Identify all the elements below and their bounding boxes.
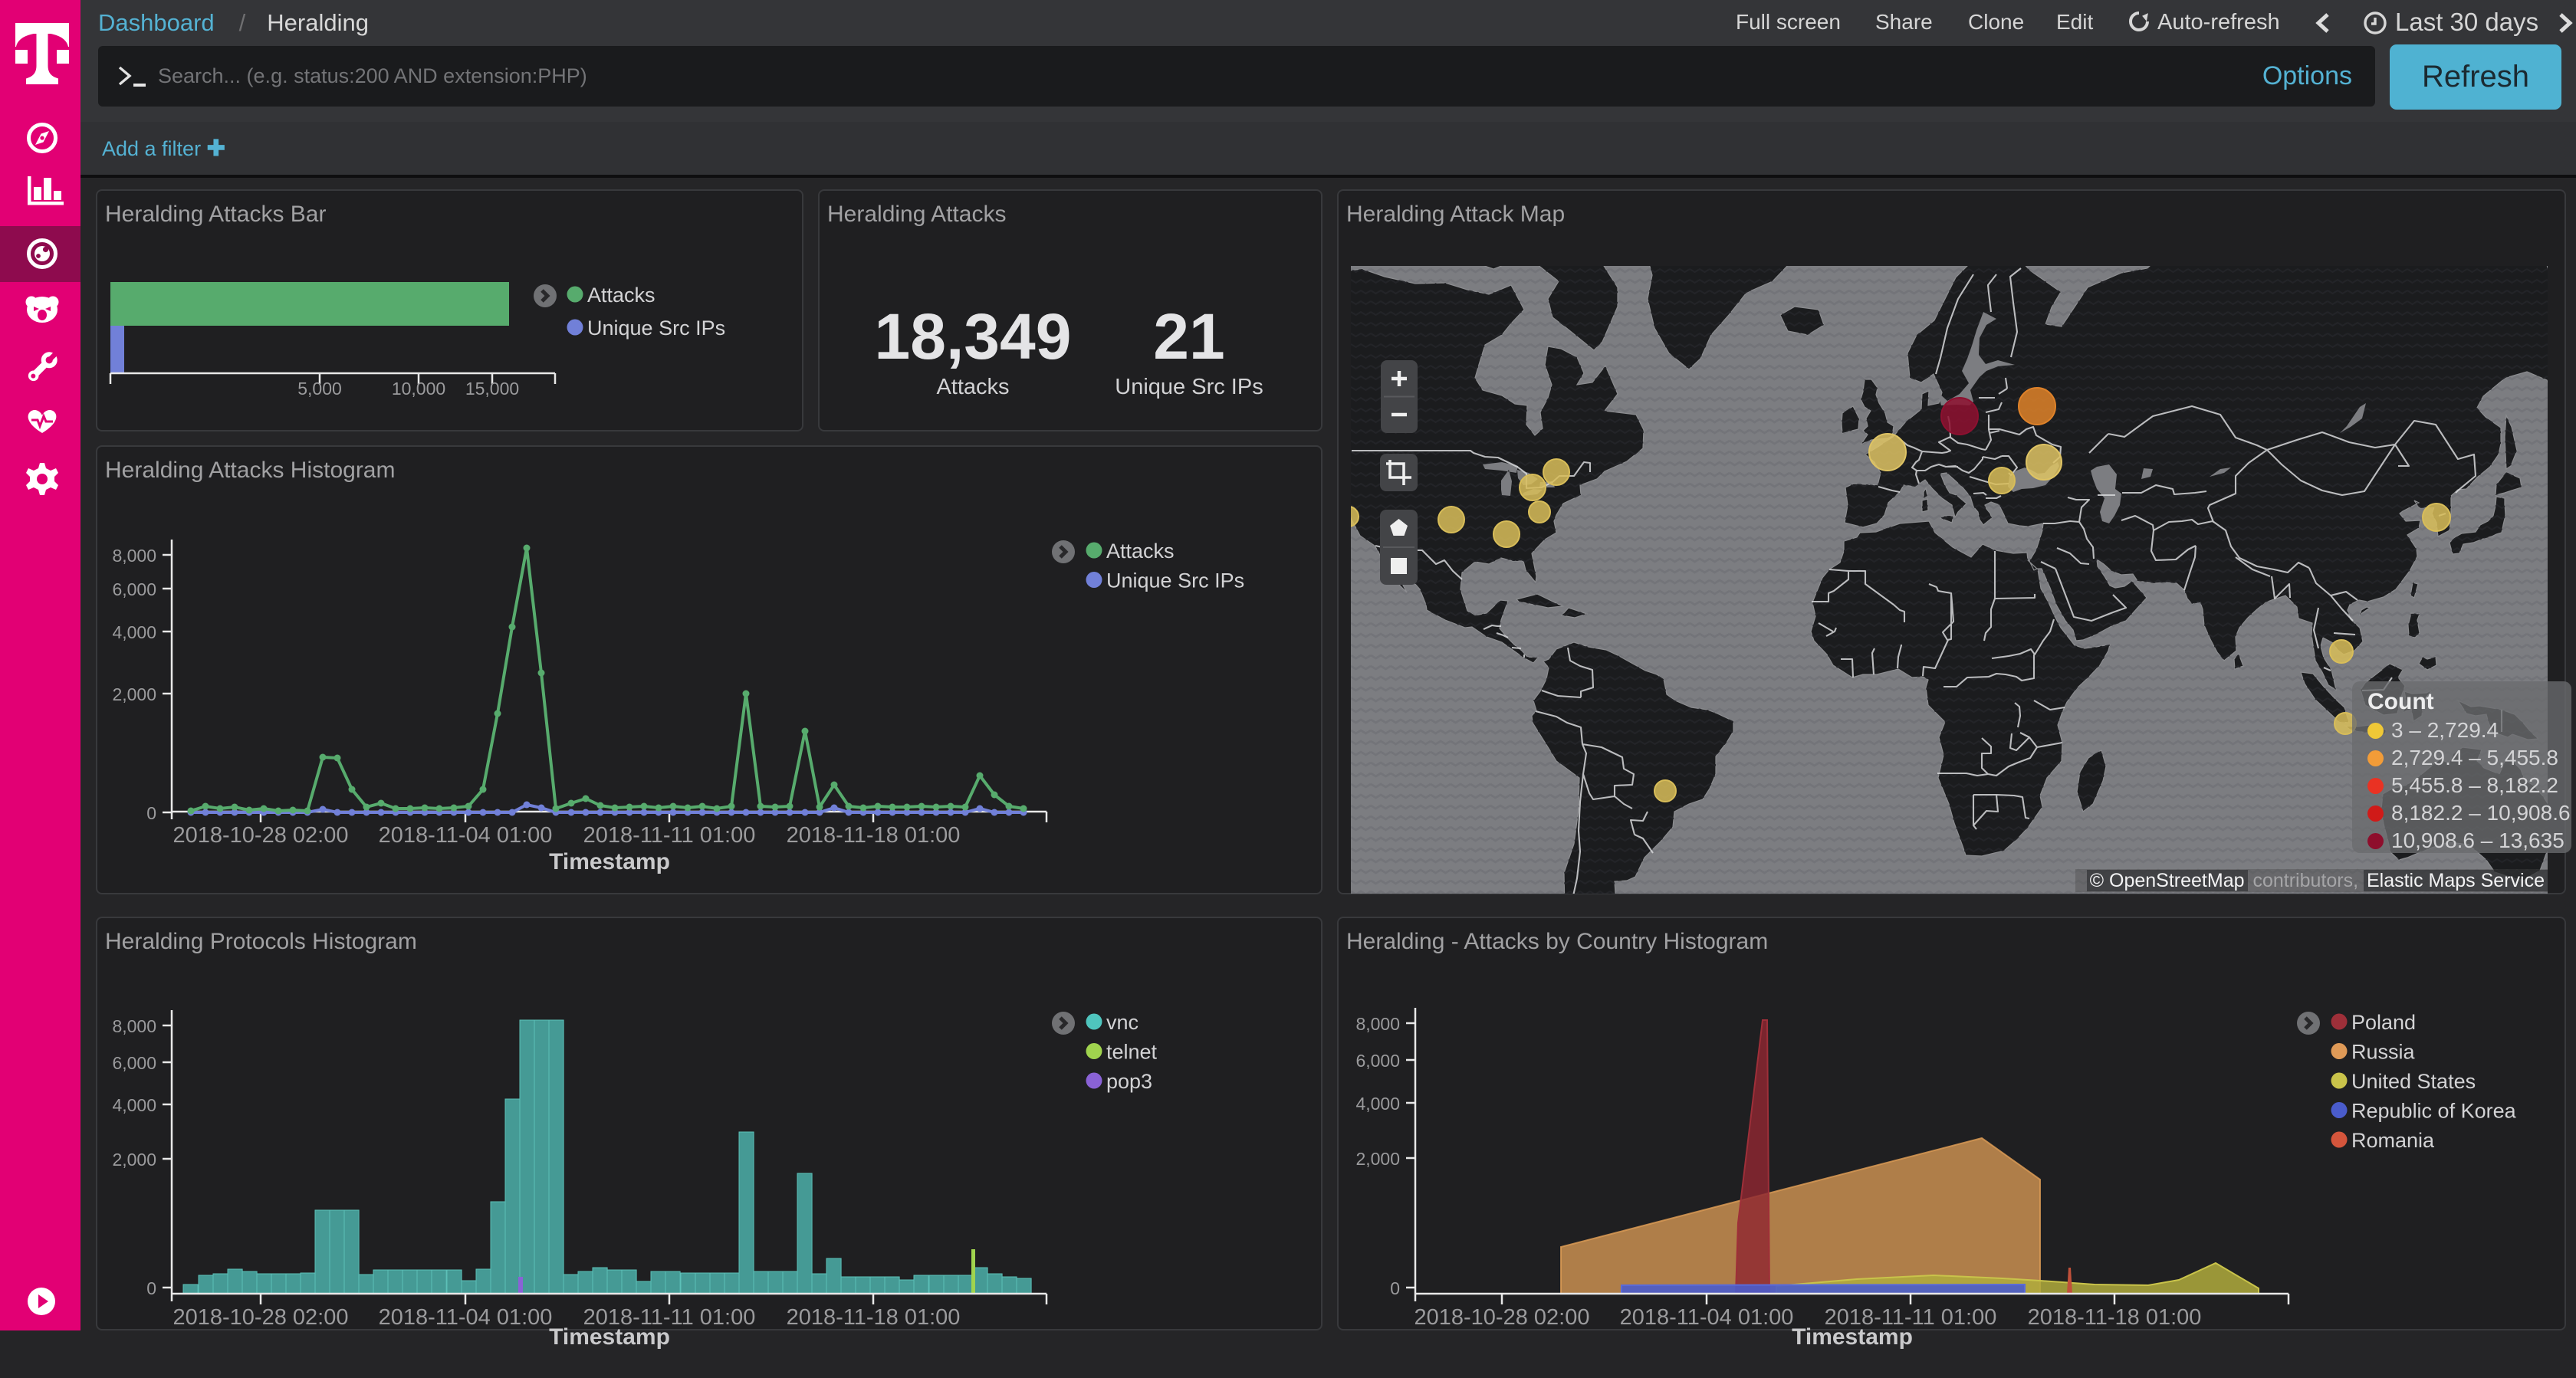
- svg-text:0: 0: [1390, 1278, 1400, 1298]
- svg-text:telnet: telnet: [1106, 1041, 1158, 1064]
- svg-text:Poland: Poland: [2351, 1011, 2416, 1034]
- svg-text:2018-11-04 01:00: 2018-11-04 01:00: [1620, 1305, 1794, 1330]
- svg-text:5,000: 5,000: [297, 379, 342, 399]
- svg-text:Attacks: Attacks: [587, 284, 656, 307]
- svg-text:10,000: 10,000: [392, 379, 445, 399]
- svg-text:0: 0: [146, 1278, 156, 1298]
- svg-text:Timestamp: Timestamp: [549, 849, 670, 874]
- svg-text:2018-11-11 01:00: 2018-11-11 01:00: [583, 823, 756, 848]
- svg-text:4,000: 4,000: [112, 622, 156, 642]
- svg-text:2,000: 2,000: [112, 684, 156, 704]
- svg-text:Unique Src IPs: Unique Src IPs: [587, 317, 725, 340]
- svg-text:Unique Src IPs: Unique Src IPs: [1106, 569, 1244, 592]
- svg-text:2018-10-28 02:00: 2018-10-28 02:00: [1414, 1305, 1590, 1330]
- svg-text:2018-11-04 01:00: 2018-11-04 01:00: [379, 823, 553, 848]
- svg-text:2,000: 2,000: [1355, 1149, 1400, 1169]
- svg-text:Russia: Russia: [2351, 1041, 2416, 1064]
- svg-text:2018-10-28 02:00: 2018-10-28 02:00: [173, 823, 349, 848]
- svg-text:2018-11-18 01:00: 2018-11-18 01:00: [787, 823, 961, 848]
- svg-text:6,000: 6,000: [1355, 1051, 1400, 1071]
- svg-text:6,000: 6,000: [112, 579, 156, 599]
- svg-text:8,000: 8,000: [1355, 1014, 1400, 1034]
- svg-text:8,000: 8,000: [112, 1016, 156, 1036]
- svg-text:4,000: 4,000: [112, 1095, 156, 1115]
- svg-text:2,000: 2,000: [112, 1150, 156, 1170]
- svg-text:Republic of Korea: Republic of Korea: [2351, 1100, 2517, 1123]
- svg-text:vnc: vnc: [1106, 1011, 1138, 1034]
- svg-text:pop3: pop3: [1106, 1070, 1152, 1093]
- svg-text:15,000: 15,000: [465, 379, 519, 399]
- svg-text:2018-11-18 01:00: 2018-11-18 01:00: [2028, 1305, 2202, 1330]
- svg-text:Romania: Romania: [2351, 1129, 2435, 1152]
- svg-text:United States: United States: [2351, 1070, 2476, 1093]
- svg-text:Timestamp: Timestamp: [1792, 1324, 1913, 1350]
- svg-text:4,000: 4,000: [1355, 1094, 1400, 1114]
- svg-text:6,000: 6,000: [112, 1053, 156, 1073]
- svg-text:2018-10-28 02:00: 2018-10-28 02:00: [173, 1305, 349, 1330]
- svg-text:8,000: 8,000: [112, 546, 156, 566]
- svg-text:Attacks: Attacks: [1106, 540, 1175, 563]
- svg-text:0: 0: [146, 803, 156, 823]
- svg-text:2018-11-04 01:00: 2018-11-04 01:00: [379, 1305, 553, 1330]
- svg-text:2018-11-18 01:00: 2018-11-18 01:00: [787, 1305, 961, 1330]
- svg-text:Timestamp: Timestamp: [549, 1324, 670, 1350]
